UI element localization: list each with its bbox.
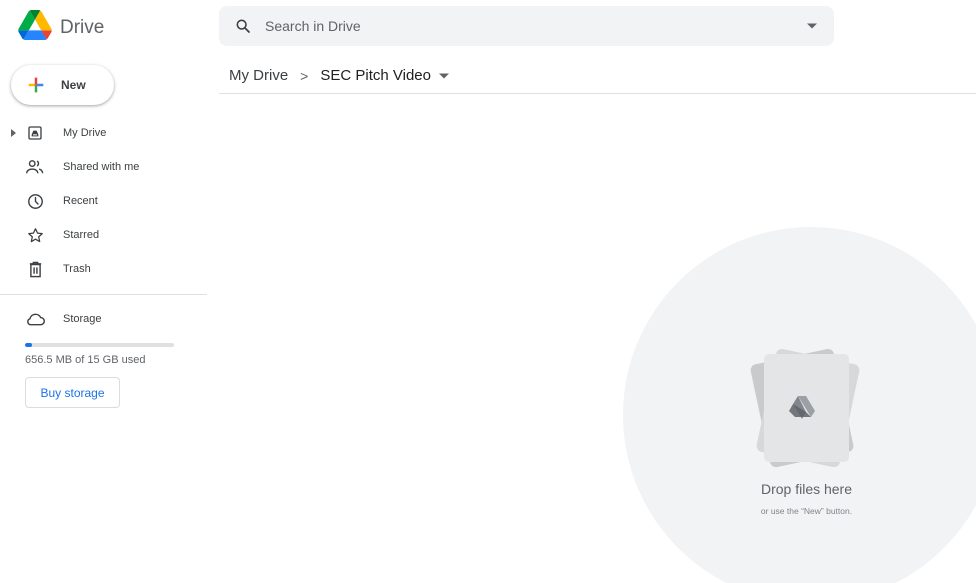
storage-progress-bar: [25, 343, 174, 347]
clock-icon: [24, 190, 46, 212]
my-drive-icon: [24, 122, 46, 144]
sidebar-item-label: Recent: [63, 195, 98, 207]
sidebar-item-label: My Drive: [63, 127, 107, 139]
top-bar: Drive: [0, 0, 976, 52]
drive-logo[interactable]: Drive: [18, 10, 104, 45]
trash-icon: [24, 258, 46, 280]
sidebar-item-recent[interactable]: Recent: [0, 184, 207, 218]
new-plus-icon: [28, 77, 44, 93]
drive-logo-icon: [18, 10, 52, 45]
sidebar-item-starred[interactable]: Starred: [0, 218, 207, 252]
search-bar: [219, 6, 834, 46]
sidebar-nav: My Drive Shared with me Recent Starred T…: [0, 116, 207, 286]
shared-with-me-icon: [24, 156, 46, 178]
breadcrumb-separator: >: [300, 67, 309, 84]
breadcrumb-current-folder[interactable]: SEC Pitch Video: [320, 63, 431, 88]
sidebar-item-label: Trash: [63, 263, 91, 275]
sidebar-item-label: Storage: [63, 313, 102, 325]
sidebar-item-trash[interactable]: Trash: [0, 252, 207, 286]
breadcrumb-my-drive[interactable]: My Drive: [229, 63, 288, 88]
search-icon[interactable]: [233, 16, 253, 36]
app-name: Drive: [60, 16, 105, 38]
breadcrumb: My Drive > SEC Pitch Video: [219, 58, 976, 94]
sidebar-item-label: Starred: [63, 229, 100, 241]
expand-caret-icon[interactable]: [11, 129, 17, 137]
star-icon: [24, 224, 46, 246]
storage-usage-text: 656.5 MB of 15 GB used: [25, 354, 146, 366]
new-button[interactable]: New: [11, 65, 114, 105]
sidebar-item-my-drive[interactable]: My Drive: [0, 116, 207, 150]
drop-files-illustration: [750, 349, 860, 468]
search-options-dropdown-icon[interactable]: [804, 18, 820, 34]
storage-progress-fill: [25, 343, 32, 347]
sidebar-divider: [0, 294, 207, 295]
search-input[interactable]: [265, 18, 785, 34]
sidebar-item-shared-with-me[interactable]: Shared with me: [0, 150, 207, 184]
cloud-icon: [24, 308, 46, 330]
sidebar-item-label: Shared with me: [63, 161, 140, 173]
folder-menu-caret-icon[interactable]: [438, 71, 449, 81]
drive-app: Drive My Drive > SEC Pitch Video New: [0, 0, 976, 583]
drop-zone-title: Drop files here: [760, 481, 853, 497]
drop-zone-subtitle: or use the “New” button.: [760, 506, 853, 516]
new-button-label: New: [61, 78, 86, 92]
sidebar-item-storage[interactable]: Storage: [0, 306, 207, 332]
buy-storage-button[interactable]: Buy storage: [25, 377, 120, 408]
